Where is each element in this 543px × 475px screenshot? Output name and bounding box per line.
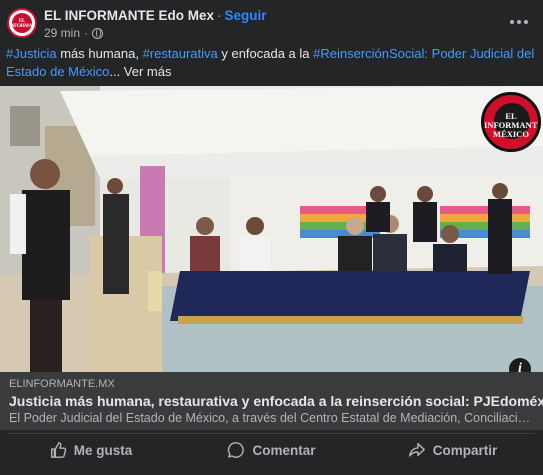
comment-icon [228, 442, 245, 458]
page-title-row: EL INFORMANTE Edo Mex · Seguir [44, 8, 267, 23]
share-icon [408, 442, 425, 457]
facebook-post: EL INFORMANTE EL INFORMANTE Edo Mex·Segu… [0, 0, 543, 475]
link-description: El Poder Judicial del Estado de México, … [9, 411, 534, 425]
post-timestamp[interactable]: 29 min [44, 26, 80, 40]
share-label: Compartir [432, 442, 498, 458]
caption-hashtag-link[interactable]: #restaurativa [143, 46, 218, 61]
watermark-logo-text: EL INFORMANTE MÉXICO [484, 111, 541, 139]
comment-button[interactable]: Comentar [181, 434, 362, 466]
caption-hashtag-link[interactable]: #ReinserciónSocial [313, 46, 424, 61]
caption-text: #Justicia más humana, #restaurativa y en… [6, 46, 534, 79]
page-avatar[interactable]: EL INFORMANTE [7, 8, 37, 38]
post-meta: 29 min · [44, 26, 104, 40]
globe-icon [92, 27, 104, 39]
caption-text-part: más humana, [56, 46, 143, 61]
speaker-arm [10, 194, 26, 254]
follow-button[interactable]: Seguir [225, 8, 267, 23]
building-window [10, 106, 40, 146]
post-caption: #Justicia más humana, #restaurativa y en… [6, 45, 536, 80]
table-fringe [178, 316, 523, 324]
watermark-logo: EL INFORMANTE MÉXICO [481, 92, 541, 152]
like-label: Me gusta [73, 442, 133, 458]
avatar-logo-text: EL INFORMANTE [9, 19, 36, 29]
caption-text-part: y enfocada a la [217, 46, 314, 61]
person-1-head [196, 217, 214, 235]
photo-scene [0, 86, 543, 372]
person-5-body [433, 244, 467, 272]
more-dot-2 [517, 20, 521, 24]
post-photo[interactable]: EL INFORMANTE MÉXICO i [0, 86, 543, 372]
podium-seal [148, 271, 162, 311]
person-4-body [373, 234, 407, 271]
guard-2-head [417, 186, 433, 202]
guard-1-head [370, 186, 386, 202]
person-2-body [240, 236, 270, 271]
title-separator: · [217, 8, 222, 23]
person-3-head [346, 217, 364, 235]
speaker-vest [22, 190, 70, 300]
more-dot-1 [510, 20, 514, 24]
speaker-head [30, 159, 60, 189]
thumbs-up-icon [50, 442, 66, 458]
person-5-head [441, 225, 459, 243]
guard-3-head [492, 183, 508, 199]
caption-text-part: ... [109, 63, 124, 79]
person-1-body [190, 236, 220, 271]
more-options-icon[interactable] [509, 12, 529, 32]
link-domain: ELINFORMANTE.MX [9, 378, 115, 390]
link-preview[interactable]: ELINFORMANTE.MX Justicia más humana, res… [0, 372, 543, 430]
guard-1-body [366, 202, 390, 232]
person-3-body [338, 236, 372, 271]
aide-head [107, 178, 123, 194]
comment-label: Comentar [252, 442, 316, 458]
meta-separator: · [84, 26, 89, 40]
page-name-link[interactable]: EL INFORMANTE Edo Mex [44, 8, 214, 23]
mural-stripe-6 [440, 214, 530, 222]
see-more-link[interactable]: Ver más [124, 64, 172, 79]
mural-stripe-5 [440, 206, 530, 214]
share-button[interactable]: Compartir [362, 434, 543, 466]
more-dot-3 [524, 20, 528, 24]
person-2-head [246, 217, 264, 235]
post-header: EL INFORMANTE EL INFORMANTE Edo Mex·Segu… [0, 0, 543, 44]
tent-canopy [60, 86, 543, 156]
guard-3-body [488, 199, 512, 274]
like-button[interactable]: Me gusta [0, 434, 181, 466]
guard-2-body [413, 202, 437, 242]
presidium-table [170, 271, 530, 321]
action-bar: Me gusta Comentar Compartir [0, 434, 543, 466]
speaker-legs [30, 300, 62, 372]
link-title: Justicia más humana, restaurativa y enfo… [9, 393, 543, 409]
caption-hashtag-link[interactable]: #Justicia [6, 46, 57, 61]
aide-body [103, 194, 129, 294]
